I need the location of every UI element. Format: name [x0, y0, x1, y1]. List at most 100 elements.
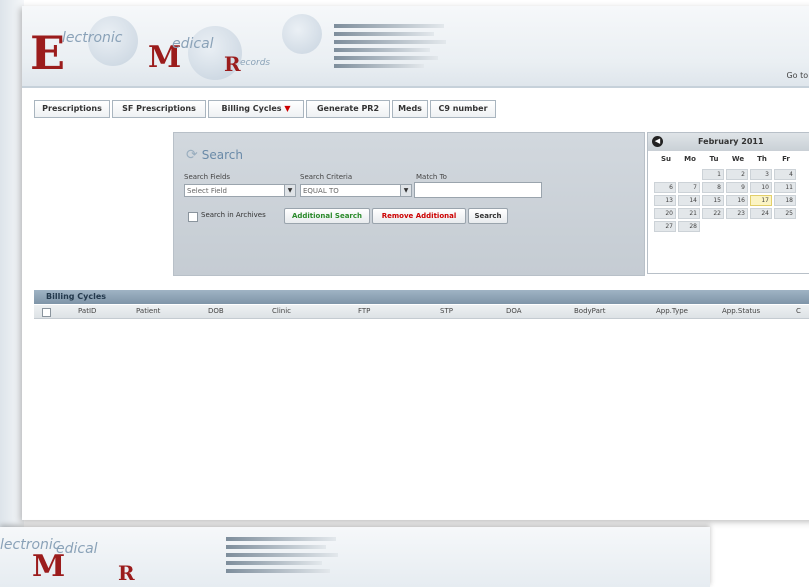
- calendar-day[interactable]: 18: [774, 195, 796, 206]
- logo-orb: [282, 14, 322, 54]
- calendar-day[interactable]: 14: [678, 195, 700, 206]
- calendar-day[interactable]: 27: [654, 221, 676, 232]
- calendar-day[interactable]: 28: [678, 221, 700, 232]
- select-value: Select Field: [187, 187, 227, 195]
- calendar-day[interactable]: 22: [702, 208, 724, 219]
- calendar-day[interactable]: 24: [750, 208, 772, 219]
- search-panel: ⟳ Search Search Fields Select Field ▼ Sear…: [173, 132, 645, 276]
- calendar-day[interactable]: 11: [774, 182, 796, 193]
- remove-additional-button[interactable]: Remove Additional: [372, 208, 466, 224]
- select-all-checkbox[interactable]: [42, 308, 51, 317]
- tab-meds[interactable]: Meds: [392, 100, 428, 118]
- calendar-empty-cell: [750, 221, 772, 232]
- logo-word-medical: edical: [172, 36, 214, 52]
- weekday-label: We: [731, 155, 745, 163]
- weekday-label: Fr: [782, 155, 790, 163]
- calendar-day[interactable]: 1: [702, 169, 724, 180]
- column-header[interactable]: DOA: [506, 307, 522, 315]
- tab-billing-cycles[interactable]: Billing Cycles ▼: [208, 100, 304, 118]
- emr-logo: E lectronic M edical R ecords: [28, 12, 448, 82]
- column-header[interactable]: PatID: [78, 307, 96, 315]
- calendar-empty-cell: [702, 221, 724, 232]
- search-fields-label: Search Fields: [184, 173, 231, 181]
- tab-label: SF Prescriptions: [122, 104, 196, 113]
- search-criteria-label: Search Criteria: [300, 173, 353, 181]
- weekday-label: Tu: [709, 155, 719, 163]
- column-header[interactable]: FTP: [358, 307, 370, 315]
- tab-sf-prescriptions[interactable]: SF Prescriptions: [112, 100, 206, 118]
- calendar-day[interactable]: 2: [726, 169, 748, 180]
- match-to-input[interactable]: [414, 182, 542, 198]
- calendar-day[interactable]: 6: [654, 182, 676, 193]
- search-criteria-select[interactable]: EQUAL TO ▼: [300, 184, 412, 197]
- search-field-select[interactable]: Select Field ▼: [184, 184, 296, 197]
- calendar-day[interactable]: 4: [774, 169, 796, 180]
- billing-grid-header: Billing Cycles: [34, 290, 809, 304]
- calendar-day[interactable]: 25: [774, 208, 796, 219]
- chevron-down-icon: ▼: [400, 185, 411, 196]
- calendar-day[interactable]: 17: [750, 195, 772, 206]
- dropdown-caret-icon: ▼: [284, 104, 291, 113]
- calendar-empty-cell: [774, 221, 796, 232]
- calendar-day[interactable]: 8: [702, 182, 724, 193]
- logo-stripes: [226, 537, 346, 577]
- additional-search-button[interactable]: Additional Search: [284, 208, 370, 224]
- tab-c9-number[interactable]: C9 number: [430, 100, 496, 118]
- calendar-day[interactable]: 7: [678, 182, 700, 193]
- select-value: EQUAL TO: [303, 187, 339, 195]
- calendar-empty-cell: [726, 221, 748, 232]
- logo-letter-r: R: [224, 52, 241, 76]
- tab-prescriptions[interactable]: Prescriptions: [34, 100, 110, 118]
- calendar-day[interactable]: 21: [678, 208, 700, 219]
- calendar-week-row: 27 28: [654, 221, 809, 233]
- column-header[interactable]: Clinic: [272, 307, 291, 315]
- search-archives-checkbox[interactable]: [188, 212, 198, 222]
- column-header[interactable]: Patient: [136, 307, 160, 315]
- app-window: E lectronic M edical R ecords Go to st P…: [22, 6, 809, 520]
- calendar-header: ◀ February 2011: [648, 133, 809, 151]
- calendar-day[interactable]: 13: [654, 195, 676, 206]
- weekday-label: Su: [660, 155, 672, 163]
- goto-link[interactable]: Go to st: [786, 71, 809, 80]
- logo-stripes: [334, 24, 454, 72]
- background-window: lectronic M edical R: [0, 527, 710, 587]
- logo-word-medical: edical: [56, 541, 98, 557]
- grid-column-headers: PatID Patient DOB Clinic FTP STP DOA Bod…: [34, 305, 809, 319]
- search-heading: ⟳ Search: [186, 147, 243, 163]
- calendar-grid: 1 2 3 4 6 7 8 9 10 11 13 14 15 16 17 18 20 21 22 23 24 25 27 28: [654, 169, 809, 234]
- calendar-month-title: February 2011: [698, 137, 764, 146]
- tab-label: Prescriptions: [42, 104, 102, 113]
- app-header: E lectronic M edical R ecords Go to st: [22, 6, 809, 88]
- tab-label: Generate PR2: [316, 104, 380, 113]
- calendar-week-row: 20 21 22 23 24 25: [654, 208, 809, 220]
- tab-generate-pr2[interactable]: Generate PR2: [306, 100, 390, 118]
- column-header[interactable]: App.Status: [722, 307, 760, 315]
- calendar-day[interactable]: 9: [726, 182, 748, 193]
- logo-letter-r: R: [118, 561, 135, 585]
- calendar-day[interactable]: 20: [654, 208, 676, 219]
- search-title: Search: [201, 148, 243, 162]
- calendar-empty-cell: [678, 169, 700, 180]
- logo-letter-e: E: [30, 26, 66, 80]
- tab-label: Billing Cycles: [221, 104, 282, 113]
- calendar-day[interactable]: 3: [750, 169, 772, 180]
- search-archives-label: Search in Archives: [201, 211, 266, 219]
- calendar-day[interactable]: 15: [702, 195, 724, 206]
- column-header[interactable]: DOB: [208, 307, 224, 315]
- background-layer: [0, 0, 24, 580]
- calendar-day[interactable]: 10: [750, 182, 772, 193]
- calendar-week-row: 1234: [654, 169, 809, 181]
- calendar-day[interactable]: 23: [726, 208, 748, 219]
- chevron-down-icon: ▼: [284, 185, 295, 196]
- column-header[interactable]: BodyPart: [574, 307, 606, 315]
- weekday-label: Th: [757, 155, 767, 163]
- calendar-weekdays: Su Mo Tu We Th Fr: [654, 155, 809, 163]
- calendar-day[interactable]: 16: [726, 195, 748, 206]
- prev-month-icon[interactable]: ◀: [652, 136, 663, 147]
- search-button[interactable]: Search: [468, 208, 508, 224]
- column-header[interactable]: C: [796, 307, 801, 315]
- logo-word-records: ecords: [240, 58, 271, 68]
- column-header[interactable]: STP: [440, 307, 453, 315]
- tab-label: C9 number: [438, 104, 488, 113]
- column-header[interactable]: App.Type: [656, 307, 688, 315]
